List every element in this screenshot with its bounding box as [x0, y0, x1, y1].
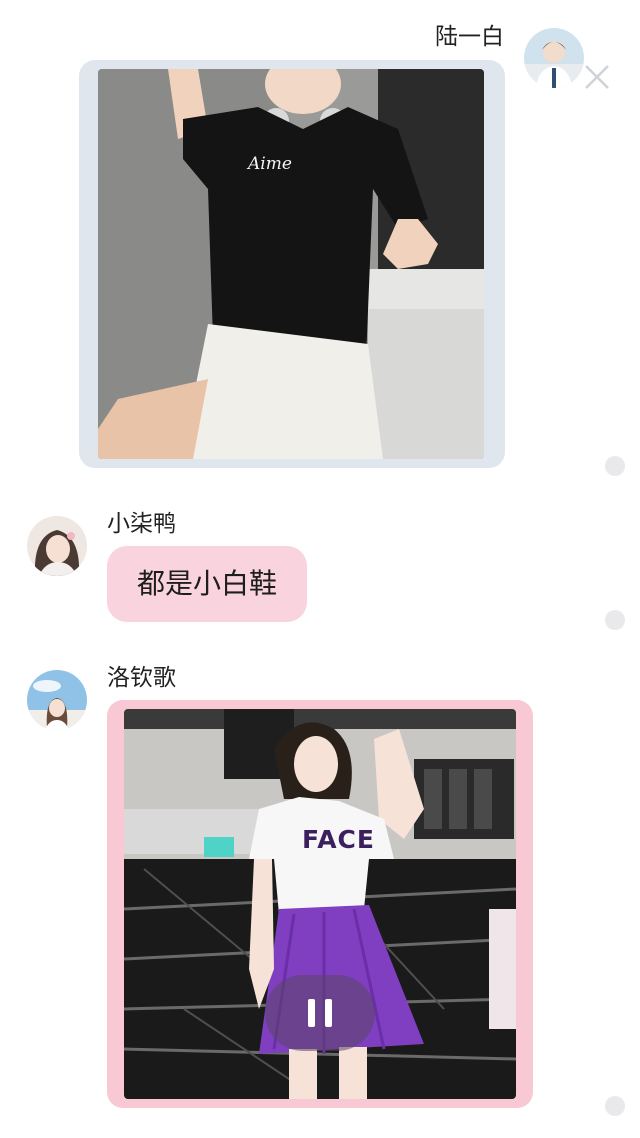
avatar-luoqinge[interactable] — [27, 670, 87, 730]
image-message-frame-3[interactable]: FACE — [107, 700, 533, 1108]
read-status-dot — [605, 456, 625, 476]
shirt-print-label: FACE — [302, 825, 375, 854]
sender-name-luoqinge: 洛钦歌 — [107, 665, 176, 691]
read-status-dot — [605, 610, 625, 630]
tshirt-print-label: Aime — [248, 154, 292, 174]
girl-sky-avatar-icon — [27, 670, 87, 730]
sender-name-lu-yibai: 陆一白 — [435, 24, 504, 50]
pause-button[interactable] — [265, 975, 375, 1051]
message-photo-tshirt[interactable]: Aime — [98, 69, 484, 459]
girl-portrait-avatar-icon — [27, 516, 87, 576]
read-status-dot — [605, 1096, 625, 1116]
close-icon[interactable] — [582, 62, 612, 92]
image-message-frame-1[interactable]: Aime — [79, 60, 505, 468]
photo-image — [98, 69, 484, 459]
boy-portrait-avatar-icon — [524, 28, 584, 88]
avatar-xiaoqiya[interactable] — [27, 516, 87, 576]
pause-icon — [308, 999, 332, 1027]
text-message-bubble[interactable]: 都是小白鞋 — [107, 546, 307, 622]
sender-name-xiaoqiya: 小柒鸭 — [107, 511, 176, 537]
avatar-lu-yibai[interactable] — [524, 28, 584, 88]
